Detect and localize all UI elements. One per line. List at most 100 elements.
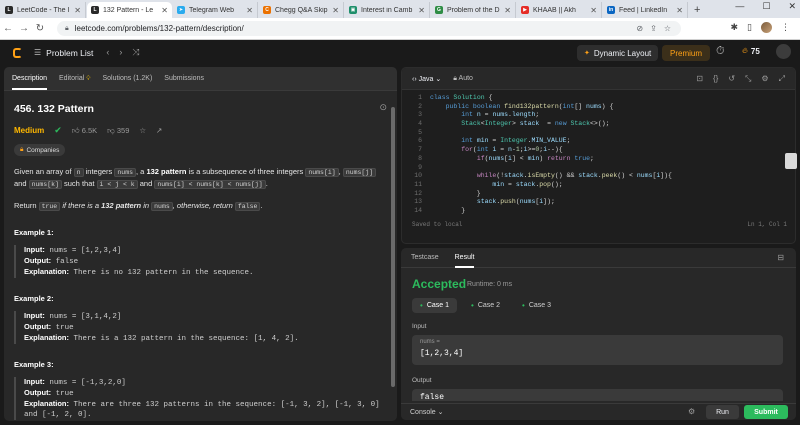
leetcode-logo-icon[interactable]	[13, 47, 22, 58]
tab-favicon-icon: in	[607, 6, 615, 14]
favorite-star-icon[interactable]: ☆	[139, 126, 146, 135]
companies-tag[interactable]: 🔒︎ Companies	[14, 144, 66, 156]
example-input-value: nums = [1,2,3,4]	[49, 247, 122, 255]
user-avatar[interactable]	[776, 44, 791, 59]
close-tab-icon[interactable]: ✕	[504, 6, 511, 15]
bookmark-icon[interactable]: ⊡	[696, 74, 703, 84]
tab-favicon-icon: ➤	[177, 6, 185, 14]
run-button[interactable]: Run	[706, 405, 739, 419]
browser-tab[interactable]: L LeetCode - The I ✕	[1, 2, 86, 18]
submit-button[interactable]: Submit	[744, 405, 788, 419]
tab-title: 132 Pattern - Le	[103, 6, 154, 14]
extensions-icon[interactable]: ✱	[731, 22, 739, 33]
close-tab-icon[interactable]: ✕	[161, 6, 168, 15]
maximize-icon[interactable]: ☐	[762, 1, 770, 12]
streak-counter[interactable]: 🔥︎ 75	[742, 46, 760, 56]
premium-button[interactable]: Premium	[662, 45, 711, 61]
prev-problem-icon[interactable]: ‹	[106, 47, 109, 58]
new-tab-button[interactable]: +	[694, 4, 700, 16]
browser-tab[interactable]: ➤ Telegram Web ✕	[173, 2, 258, 18]
fullscreen-icon[interactable]: ⤢	[779, 74, 785, 84]
browser-tab[interactable]: C Chegg Q&A Skip ✕	[259, 2, 344, 18]
list-icon: ☰	[34, 48, 42, 57]
pass-dot-icon: •	[471, 301, 474, 310]
tab-favicon-icon: C	[263, 6, 271, 14]
example-input-label: Input:	[24, 377, 45, 386]
example-input-label: Input:	[24, 245, 45, 254]
settings-gear-icon[interactable]: ⚙	[761, 74, 768, 84]
left-scrollbar[interactable]	[391, 107, 395, 387]
browser-tab[interactable]: in Feed | LinkedIn ✕	[603, 2, 688, 18]
next-problem-icon[interactable]: ›	[119, 47, 122, 58]
collapse-panel-icon[interactable]: ⊟	[777, 253, 784, 262]
problem-list-button[interactable]: ☰ Problem List	[34, 48, 93, 58]
code-area[interactable]: 1 class Solution { 2 public boolean find1…	[402, 90, 795, 230]
tab-solutions[interactable]: Solutions (1.2K)	[102, 75, 152, 82]
tab-result[interactable]: Result	[454, 254, 474, 268]
profile-avatar[interactable]	[761, 22, 772, 33]
example-output-row: Output: true	[24, 322, 387, 333]
saved-status: Saved to local	[412, 221, 463, 228]
console-settings-icon[interactable]: ⚙	[688, 407, 695, 416]
code-chip: nums[i]	[305, 168, 339, 177]
tab-description[interactable]: Description	[12, 75, 48, 90]
desc-text: Return	[14, 201, 37, 210]
timer-icon[interactable]: ⏱	[716, 45, 725, 58]
like-button[interactable]: 👍︎ 6.5K	[72, 126, 97, 136]
reload-icon[interactable]: ↻	[32, 23, 48, 34]
code-chip: nums[k]	[28, 180, 62, 189]
shuffle-icon[interactable]: ⤨	[132, 47, 139, 58]
case-tab-3[interactable]: • Case 3	[514, 298, 559, 313]
language-select[interactable]: ‹› Java ⌄	[412, 75, 441, 83]
side-panel-icon[interactable]: ▯	[747, 22, 752, 33]
close-tab-icon[interactable]: ✕	[332, 6, 339, 15]
close-tab-icon[interactable]: ✕	[246, 6, 253, 15]
dislike-button[interactable]: 👎︎ 359	[107, 126, 129, 136]
close-tab-icon[interactable]: ✕	[418, 6, 425, 15]
tab-testcase[interactable]: Testcase	[411, 254, 439, 261]
output-value: false	[420, 393, 445, 401]
code-chip: nums	[151, 202, 173, 211]
bookmark-star-icon[interactable]: ☆	[664, 24, 671, 33]
example-box: Input: nums = [-1,3,2,0] Output: true Expl…	[14, 377, 387, 420]
close-window-icon[interactable]: ✕	[788, 1, 796, 12]
window-controls: — ☐ ✕	[735, 1, 796, 12]
example-explanation-row: Explanation: There are three 132 pattern…	[24, 399, 387, 420]
reset-icon[interactable]: ↺	[728, 74, 735, 84]
console-toggle[interactable]: Console ⌄	[410, 408, 444, 416]
example-explanation-value: There is no 132 pattern in the sequence.	[73, 269, 254, 277]
url-field[interactable]: 🔒︎ leetcode.com/problems/132-pattern/des…	[57, 21, 681, 36]
close-tab-icon[interactable]: ✕	[74, 6, 81, 15]
example-input-row: Input: nums = [1,2,3,4]	[24, 245, 387, 256]
browser-tab[interactable]: ▣ Interest in Camb ✕	[345, 2, 430, 18]
share-link-icon[interactable]: ↗	[156, 126, 162, 135]
case-tab-1[interactable]: • Case 1	[412, 298, 457, 313]
browser-tab[interactable]: G Problem of the D ✕	[431, 2, 516, 18]
desc-text: is a subsequence of three integers	[188, 167, 304, 176]
menu-icon[interactable]: ⋮	[781, 22, 790, 33]
forward-icon[interactable]: →	[16, 23, 32, 34]
dynamic-layout-button[interactable]: ✦ Dynamic Layout	[577, 45, 659, 61]
expand-icon[interactable]: ⤡	[745, 74, 751, 84]
input-label: Input	[412, 323, 427, 330]
back-icon[interactable]: ←	[0, 23, 16, 34]
more-options-icon[interactable]: ⊙	[379, 102, 387, 113]
pass-dot-icon: •	[522, 301, 525, 310]
hide-icon[interactable]: ⊘	[636, 24, 643, 33]
tab-submissions[interactable]: Submissions	[164, 75, 204, 82]
example-output-label: Output:	[24, 322, 52, 331]
braces-icon[interactable]: {}	[713, 74, 718, 84]
close-tab-icon[interactable]: ✕	[590, 6, 597, 15]
runtime-text: Runtime: 0 ms	[467, 281, 513, 288]
minimize-icon[interactable]: —	[735, 1, 744, 12]
note-icon[interactable]	[785, 153, 797, 169]
browser-tab[interactable]: L 132 Pattern - Le ✕	[87, 2, 172, 18]
case-tab-2[interactable]: • Case 2	[463, 298, 508, 313]
share-icon[interactable]: ⇪	[650, 24, 657, 33]
close-tab-icon[interactable]: ✕	[676, 6, 683, 15]
browser-tab[interactable]: ▶ KHAAB || Akh ✕	[517, 2, 602, 18]
tab-editorial[interactable]: Editorial 💡︎	[59, 75, 90, 83]
address-bar-row: ← → ↻ 🔒︎ leetcode.com/problems/132-patte…	[0, 18, 800, 40]
problem-meta: Medium ✔ 👍︎ 6.5K 👎︎ 359 ☆ ↗	[14, 125, 387, 136]
autocomplete-mode[interactable]: 🔒︎ Auto	[453, 75, 473, 83]
